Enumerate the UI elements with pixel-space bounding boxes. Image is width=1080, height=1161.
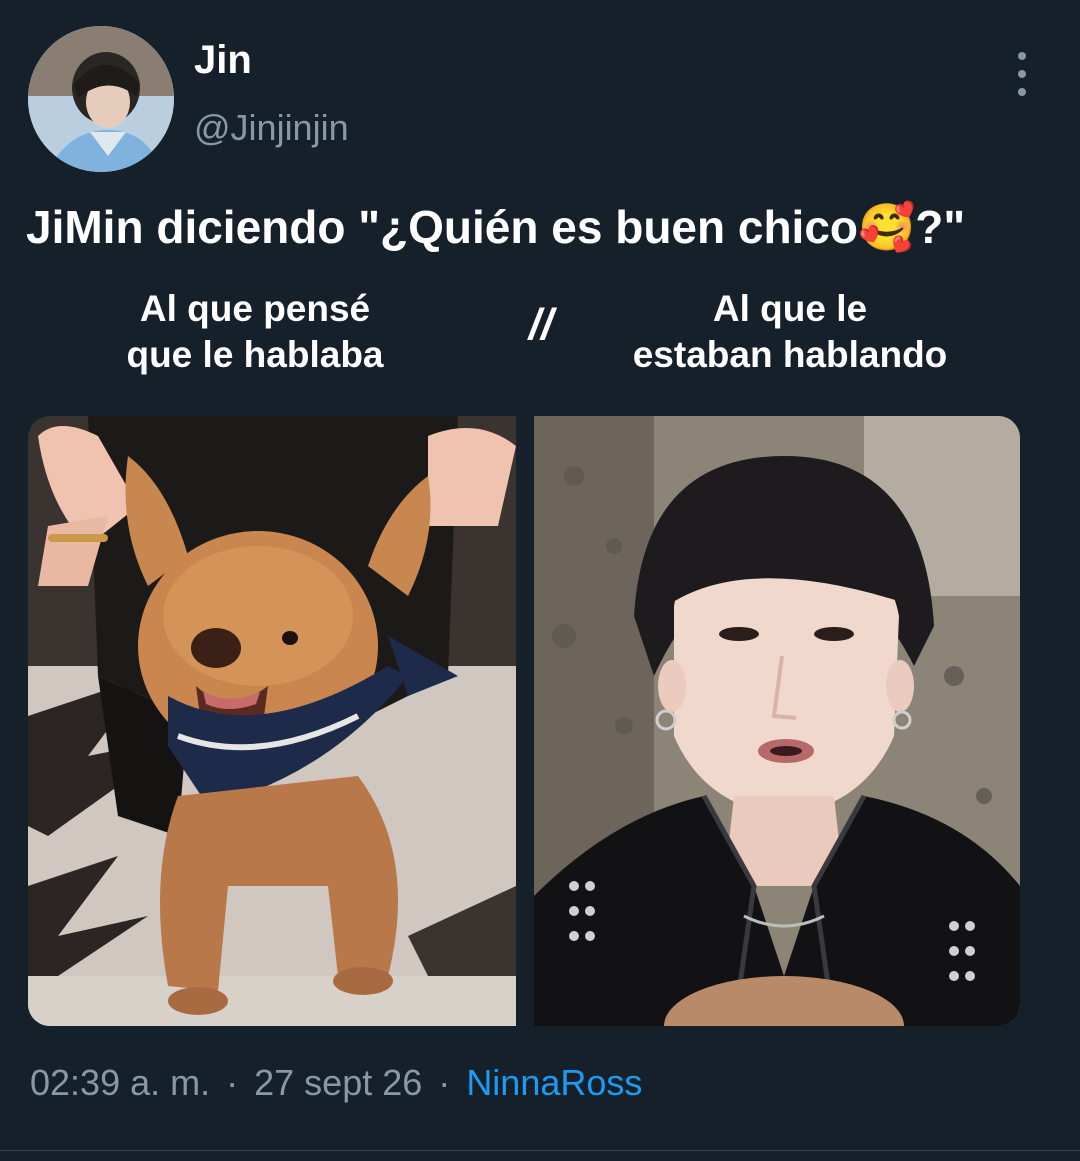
source-link[interactable]: NinnaRoss — [466, 1062, 642, 1103]
media-image-dog[interactable] — [28, 416, 516, 1026]
media-image-person[interactable] — [534, 416, 1020, 1026]
avatar-photo — [28, 26, 174, 172]
user-handle[interactable]: @Jinjinjin — [194, 108, 349, 148]
tweet-date[interactable]: 27 sept 26 — [254, 1062, 422, 1103]
more-options-button[interactable] — [1004, 52, 1040, 96]
tweet-metadata: 02:39 a. m. · 27 sept 26 · NinnaRoss — [30, 1062, 642, 1104]
meta-separator: · — [226, 1062, 239, 1103]
more-vertical-icon-dot — [1018, 70, 1026, 78]
caption-right-line-2: estaban hablando — [632, 334, 948, 376]
caption-left: Al que pensé que le hablaba — [60, 286, 450, 379]
caption-right: Al que le estaban hablando — [580, 286, 1000, 379]
person-photo — [534, 416, 1020, 1026]
display-name[interactable]: Jin — [194, 38, 252, 82]
tweet-time: 02:39 a. m. — [30, 1062, 211, 1103]
avatar[interactable] — [28, 26, 174, 172]
caption-left-line-1: Al que pensé — [139, 288, 371, 329]
more-vertical-icon — [1018, 52, 1026, 60]
dog-photo — [28, 416, 516, 1026]
tweet-card: Jin @Jinjinjin JiMin diciendo "¿Quién es… — [0, 0, 1080, 1161]
caption-right-line-1: Al que le — [712, 288, 868, 329]
divider — [0, 1150, 1080, 1151]
caption-left-line-2: que le hablaba — [126, 334, 384, 376]
tweet-text: JiMin diciendo "¿Quién es buen chico🥰?" — [26, 201, 966, 253]
caption-separator: // — [528, 300, 554, 349]
meta-separator: · — [438, 1062, 451, 1103]
more-vertical-icon-dot — [1018, 88, 1026, 96]
